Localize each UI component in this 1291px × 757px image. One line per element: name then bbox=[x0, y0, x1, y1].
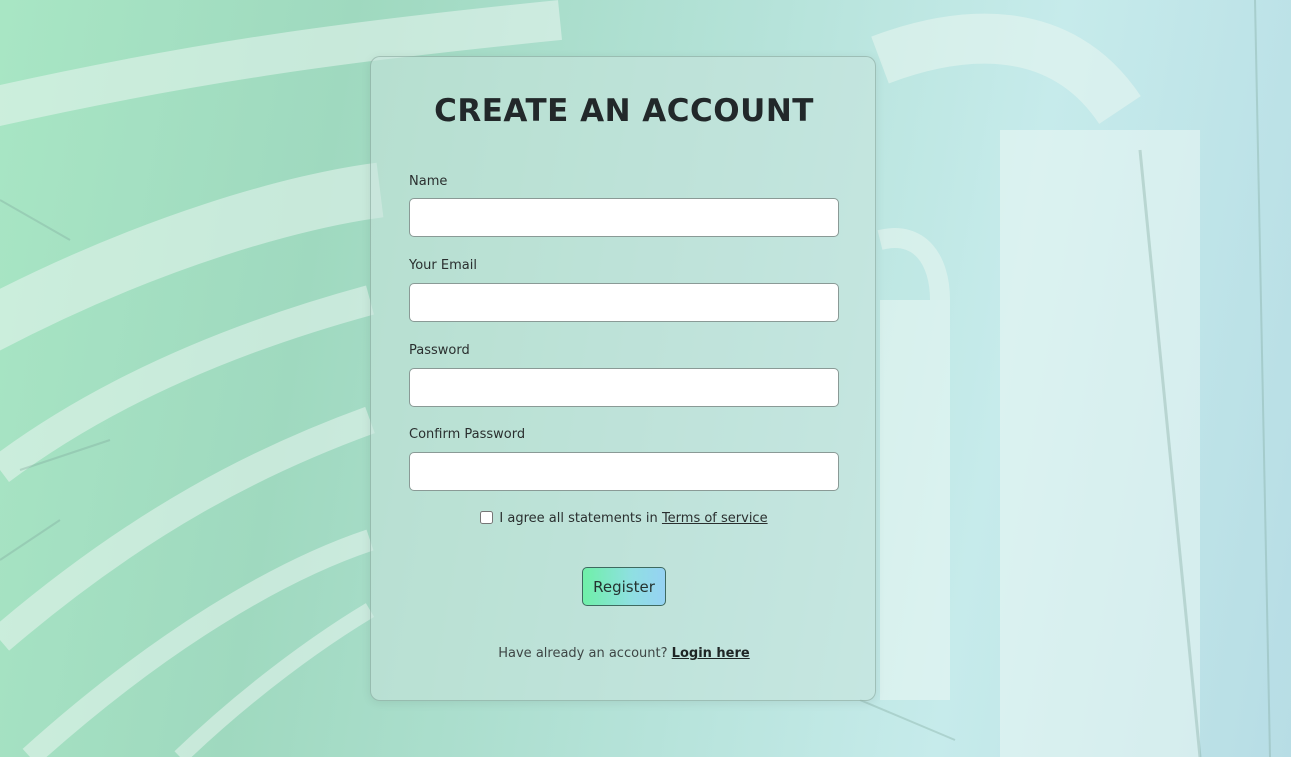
email-label: Your Email bbox=[409, 258, 477, 273]
confirm-password-label: Confirm Password bbox=[409, 427, 526, 442]
password-label: Password bbox=[409, 343, 470, 358]
password-input[interactable] bbox=[409, 368, 839, 407]
register-button[interactable]: Register bbox=[582, 567, 666, 606]
terms-checkbox[interactable] bbox=[480, 511, 494, 524]
register-card: CREATE AN ACCOUNT Name Your Email Passwo… bbox=[370, 56, 876, 701]
confirm-password-input[interactable] bbox=[409, 452, 839, 491]
terms-of-service-link[interactable]: Terms of service bbox=[662, 511, 768, 526]
name-label: Name bbox=[409, 174, 448, 189]
login-link[interactable]: Login here bbox=[672, 646, 750, 661]
terms-text: I agree all statements in bbox=[499, 511, 658, 526]
terms-row: I agree all statements in Terms of servi… bbox=[371, 511, 877, 526]
email-input[interactable] bbox=[409, 283, 839, 322]
page-title: CREATE AN ACCOUNT bbox=[434, 93, 814, 129]
login-prompt-text: Have already an account? bbox=[498, 646, 668, 661]
login-row: Have already an account? Login here bbox=[371, 646, 877, 661]
name-input[interactable] bbox=[409, 198, 839, 237]
